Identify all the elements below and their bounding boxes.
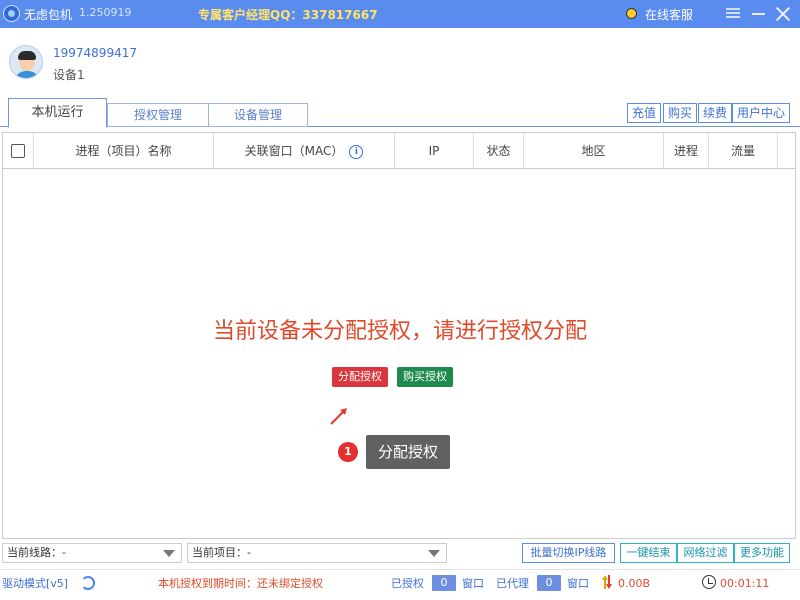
app-version: 1.250919 (79, 6, 132, 19)
one-click-end-button[interactable]: 一键结束 (620, 543, 677, 563)
tab-authorization[interactable]: 授权管理 (107, 103, 209, 127)
info-icon[interactable]: i (349, 144, 364, 159)
column-region[interactable]: 地区 (524, 133, 664, 169)
proxied-window-label: 窗口 (567, 577, 589, 590)
app-logo-icon (3, 5, 20, 22)
batch-switch-ip-button[interactable]: 批量切换IP线路 (522, 543, 615, 563)
proxied-count: 0 (537, 575, 561, 591)
project-select-label: 当前项目：- (192, 546, 251, 559)
refresh-icon[interactable] (81, 576, 95, 590)
user-center-button[interactable]: 用户中心 (732, 103, 790, 123)
customer-service-icon[interactable] (626, 8, 637, 19)
assign-authorization-button[interactable]: 分配授权 (332, 367, 388, 387)
column-traffic[interactable]: 流量 (709, 133, 778, 169)
expire-status: 本机授权到期时间：还未绑定授权 (158, 577, 323, 590)
proxied-label: 已代理 (496, 577, 529, 590)
route-select[interactable]: 当前线路：- (2, 543, 182, 563)
more-functions-button[interactable]: 更多功能 (734, 543, 790, 563)
select-all-cell (3, 133, 34, 169)
route-select-label: 当前线路：- (7, 546, 66, 559)
menu-icon[interactable] (726, 8, 740, 18)
column-process[interactable]: 进程 (664, 133, 709, 169)
app-name: 无虑包机 (24, 8, 73, 22)
traffic-arrows-icon (602, 575, 612, 589)
tab-local-run[interactable]: 本机运行 (8, 98, 107, 128)
status-bar: 驱动模式[v5] 本机授权到期时间：还未绑定授权 已授权 0 窗口 已代理 0 … (0, 569, 800, 600)
online-service-link[interactable]: 在线客服 (645, 6, 693, 23)
tip-step-badge: 1 (338, 442, 358, 462)
user-phone: 19974899417 (53, 46, 137, 60)
chevron-down-icon (163, 550, 175, 557)
select-all-checkbox[interactable] (11, 144, 25, 158)
buy-button[interactable]: 购买 (663, 103, 697, 123)
minimize-icon[interactable] (752, 13, 765, 15)
empty-state-message: 当前设备未分配授权，请进行授权分配 (212, 319, 587, 344)
close-icon[interactable] (774, 5, 792, 23)
renew-button[interactable]: 续费 (698, 103, 732, 123)
title-bar: 无虑包机 1.250919 专属客户经理QQ：337817667 在线客服 (0, 0, 800, 28)
column-window-mac-label: 关联窗口（MAC） (244, 144, 344, 158)
column-ip[interactable]: IP (395, 133, 474, 169)
authorized-window-label: 窗口 (462, 577, 484, 590)
network-filter-button[interactable]: 网络过滤 (677, 543, 734, 563)
column-process-name[interactable]: 进程（项目）名称 (34, 133, 214, 169)
clock-icon (702, 575, 716, 589)
tab-device-management[interactable]: 设备管理 (208, 103, 308, 127)
driver-mode[interactable]: 驱动模式[v5] (2, 577, 68, 591)
chevron-down-icon (428, 550, 440, 557)
avatar[interactable] (9, 45, 43, 79)
process-table: 进程（项目）名称 关联窗口（MAC） i IP 状态 地区 进程 流量 当前设备未… (2, 132, 796, 539)
user-device: 设备1 (53, 68, 85, 82)
traffic-total: 0.00B (618, 577, 651, 590)
run-timer: 00:01:11 (720, 577, 770, 590)
account-manager-qq: 专属客户经理QQ：337817667 (198, 8, 378, 22)
buy-authorization-button[interactable]: 购买授权 (397, 367, 453, 387)
table-header: 进程（项目）名称 关联窗口（MAC） i IP 状态 地区 进程 流量 (3, 133, 795, 169)
recharge-button[interactable]: 充值 (627, 103, 661, 123)
authorized-count: 0 (432, 575, 456, 591)
tip-arrow-icon (330, 408, 347, 425)
authorized-label: 已授权 (391, 577, 424, 590)
project-select[interactable]: 当前项目：- (187, 543, 447, 563)
tip-tooltip: 分配授权 (366, 435, 450, 469)
column-status[interactable]: 状态 (474, 133, 524, 169)
column-window-mac[interactable]: 关联窗口（MAC） i (214, 133, 395, 169)
